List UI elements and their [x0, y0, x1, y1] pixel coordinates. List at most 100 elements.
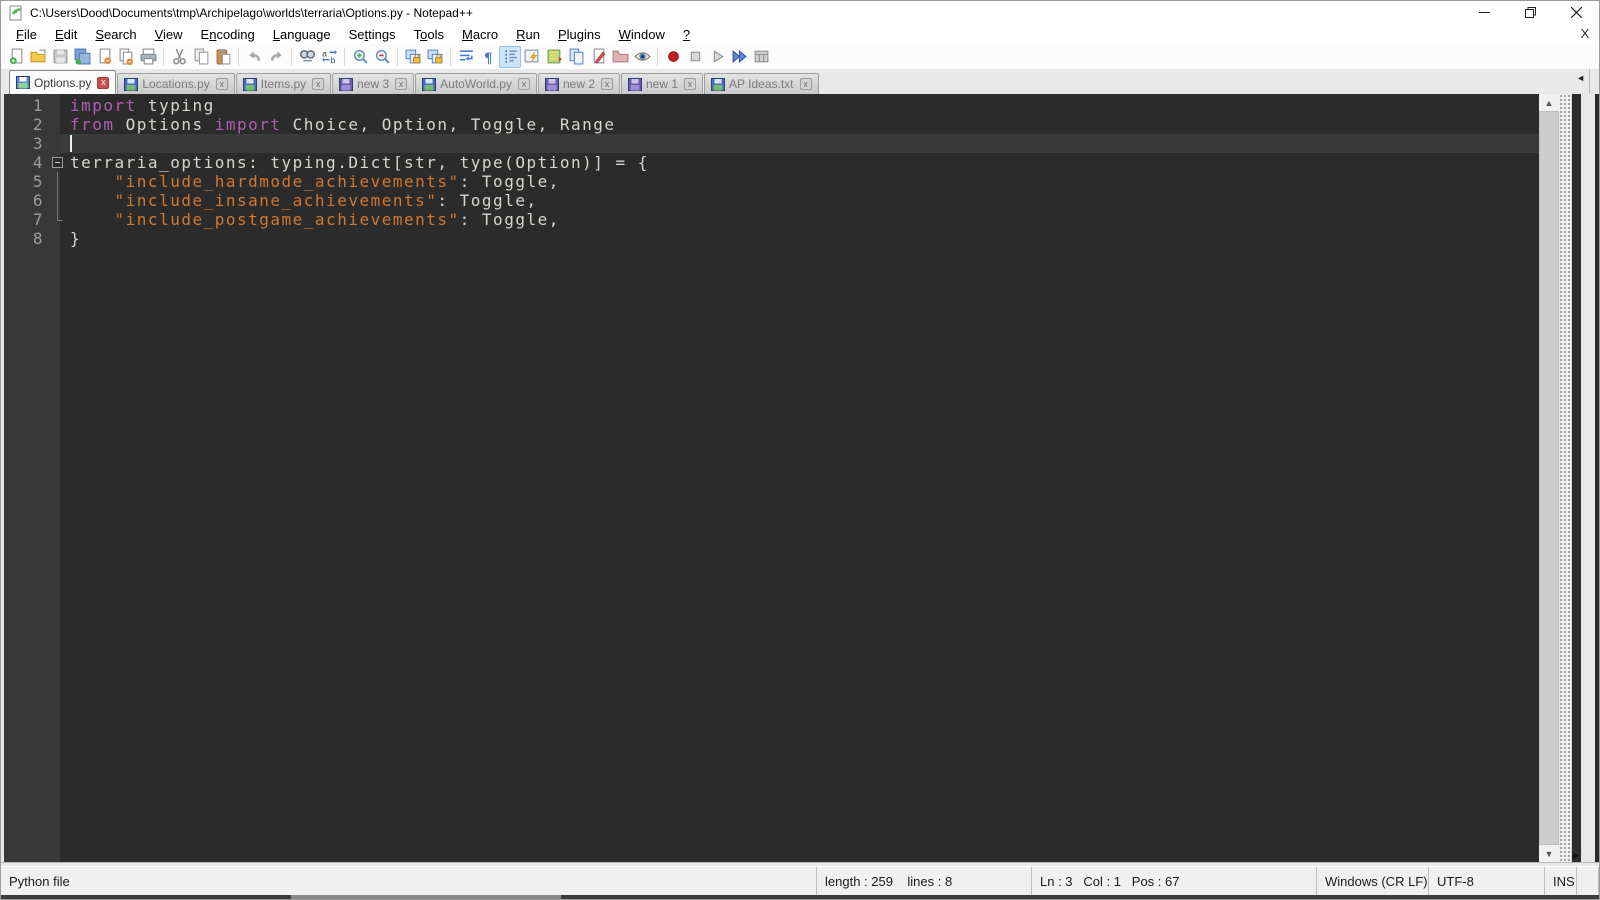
- status-insert-mode[interactable]: INS: [1545, 867, 1577, 895]
- secondary-view-scrollbar: [1581, 94, 1595, 862]
- code-line[interactable]: 1 import typing: [4, 96, 1559, 115]
- tab-new-2[interactable]: new 2 x: [537, 73, 620, 94]
- macro-run-multiple-button[interactable]: [728, 46, 750, 68]
- document-list-icon: [569, 48, 583, 65]
- code-line[interactable]: 2 from Options import Choice, Option, Tog…: [4, 115, 1559, 134]
- status-eol-format[interactable]: Windows (CR LF): [1317, 867, 1429, 895]
- menu-item-macro[interactable]: Macro: [453, 25, 507, 44]
- code-line[interactable]: 3: [4, 134, 1559, 153]
- menu-item-edit[interactable]: Edit: [46, 25, 86, 44]
- svg-text:a: a: [322, 49, 327, 59]
- close-button[interactable]: [93, 46, 115, 68]
- code-line[interactable]: 6 "include_insane_achievements": Toggle,: [4, 191, 1559, 210]
- menu-item-encoding[interactable]: Encoding: [192, 25, 264, 44]
- maximize-button[interactable]: [1507, 1, 1553, 24]
- scroll-down-icon[interactable]: ▼: [1539, 845, 1559, 862]
- find-button[interactable]: [296, 46, 318, 68]
- tab-options.py[interactable]: Options.py x: [9, 70, 117, 94]
- code-line[interactable]: 5 "include_hardmode_achievements": Toggl…: [4, 172, 1559, 191]
- save-all-button[interactable]: [71, 46, 93, 68]
- tab-new-1[interactable]: new 1 x: [621, 73, 704, 94]
- line-number: 1: [32, 96, 44, 115]
- word-wrap-button[interactable]: [455, 46, 477, 68]
- scrollbar-thumb[interactable]: [1539, 111, 1559, 845]
- menu-item-run[interactable]: Run: [507, 25, 549, 44]
- menu-item-language[interactable]: Language: [264, 25, 340, 44]
- replace-button[interactable]: ab: [318, 46, 340, 68]
- tab-close-icon[interactable]: x: [799, 78, 812, 90]
- cut-button[interactable]: [168, 46, 190, 68]
- tab-new-3[interactable]: new 3 x: [332, 73, 415, 94]
- editor-area[interactable]: 1 import typing 2 from Options import Choic…: [1, 94, 1599, 862]
- replace-icon: ab: [321, 49, 337, 65]
- minimize-button[interactable]: [1461, 1, 1507, 24]
- new-file-button[interactable]: [5, 46, 27, 68]
- document-edit-button[interactable]: [587, 46, 609, 68]
- zoom-in-button[interactable]: [349, 46, 371, 68]
- menu-item-tools[interactable]: Tools: [405, 25, 453, 44]
- code-line[interactable]: 8}: [4, 229, 1559, 248]
- macro-save-icon: [754, 50, 768, 63]
- sync-horizontal-button[interactable]: [424, 46, 446, 68]
- close-button[interactable]: [1553, 1, 1599, 24]
- zoom-out-button[interactable]: [371, 46, 393, 68]
- macro-stop-button[interactable]: [684, 46, 706, 68]
- vertical-scrollbar[interactable]: ▲ ▼: [1539, 94, 1559, 862]
- copy-button[interactable]: [190, 46, 212, 68]
- tab-close-icon[interactable]: x: [97, 76, 110, 89]
- menu-item-file[interactable]: File: [7, 25, 46, 44]
- status-encoding[interactable]: UTF-8: [1429, 867, 1545, 895]
- code-line[interactable]: 4 terraria_options: typing.Dict[str, type…: [4, 153, 1559, 172]
- tab-locations.py[interactable]: Locations.py x: [117, 73, 235, 94]
- code-area[interactable]: 1 import typing 2 from Options import Choic…: [4, 96, 1559, 248]
- document-list-button[interactable]: [565, 46, 587, 68]
- save-button[interactable]: [49, 46, 71, 68]
- tab-items.py[interactable]: Items.py x: [235, 73, 332, 94]
- toolbar-separator: [291, 47, 292, 66]
- tab-close-icon[interactable]: x: [215, 78, 228, 90]
- close-all-button[interactable]: [115, 46, 137, 68]
- tab-label: AutoWorld.py: [440, 77, 512, 91]
- menubar-close-document-icon[interactable]: X: [1577, 26, 1593, 41]
- fold-margin: [48, 96, 68, 115]
- indent-guide-button[interactable]: [499, 45, 521, 68]
- tab-autoworld.py[interactable]: AutoWorld.py x: [415, 73, 537, 94]
- redo-icon: [270, 51, 282, 61]
- menu-item-view[interactable]: View: [146, 25, 192, 44]
- tab-scroll-left-icon[interactable]: ◄: [1576, 73, 1585, 83]
- paste-button[interactable]: [212, 46, 234, 68]
- folder-as-workspace-button[interactable]: [609, 46, 631, 68]
- view-splitter-handle[interactable]: [1559, 94, 1571, 862]
- paste-icon: [216, 49, 230, 65]
- tab-close-icon[interactable]: x: [395, 78, 408, 90]
- tab-label: new 3: [357, 77, 390, 91]
- word-wrap-icon: [459, 50, 473, 61]
- menu-item-search[interactable]: Search: [86, 25, 145, 44]
- fold-collapse-icon[interactable]: [48, 153, 68, 172]
- tab-close-icon[interactable]: x: [517, 78, 530, 90]
- line-number: 2: [32, 115, 44, 134]
- macro-play-button[interactable]: [706, 46, 728, 68]
- menu-item-[interactable]: ?: [674, 25, 699, 44]
- tab-close-icon[interactable]: x: [312, 78, 325, 90]
- tab-close-icon[interactable]: x: [601, 78, 613, 90]
- print-button[interactable]: [137, 46, 159, 68]
- menu-item-settings[interactable]: Settings: [340, 25, 405, 44]
- macro-record-button[interactable]: [662, 46, 684, 68]
- undo-button[interactable]: [243, 46, 265, 68]
- show-all-characters-button[interactable]: ¶: [477, 46, 499, 68]
- scroll-up-icon[interactable]: ▲: [1539, 94, 1559, 111]
- redo-button[interactable]: [265, 46, 287, 68]
- macro-save-button[interactable]: [750, 46, 772, 68]
- function-list-button[interactable]: [521, 46, 543, 68]
- tab-label: AP Ideas.txt: [729, 77, 794, 91]
- tab-ap-ideas.txt[interactable]: AP Ideas.txt x: [704, 73, 819, 94]
- code-line[interactable]: 7 "include_postgame_achievements": Toggl…: [4, 210, 1559, 229]
- document-map-button[interactable]: [543, 46, 565, 68]
- monitoring-button[interactable]: [631, 46, 653, 68]
- open-button[interactable]: [27, 46, 49, 68]
- menu-item-plugins[interactable]: Plugins: [549, 25, 610, 44]
- sync-vertical-button[interactable]: [402, 46, 424, 68]
- menu-item-window[interactable]: Window: [610, 25, 674, 44]
- tab-close-icon[interactable]: x: [684, 78, 697, 90]
